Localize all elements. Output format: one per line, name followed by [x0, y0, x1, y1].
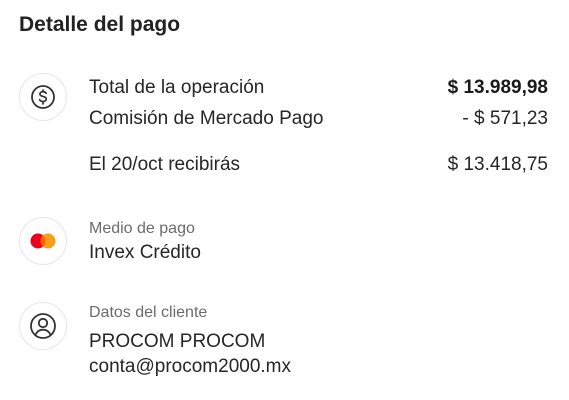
payment-detail-panel: Detalle del pago Total de la operación $… [0, 0, 569, 400]
client-name: PROCOM PROCOM [89, 331, 266, 352]
payment-method-value: Invex Crédito [89, 242, 201, 263]
dollar-sign-icon [19, 73, 67, 121]
page-title: Detalle del pago [19, 13, 181, 36]
client-email: conta@procom2000.mx [89, 356, 291, 377]
client-label: Datos del cliente [89, 304, 208, 321]
total-amount: $ 13.989,98 [447, 77, 548, 98]
receive-amount: $ 13.418,75 [447, 154, 548, 175]
receive-label: El 20/oct recibirás [89, 154, 241, 175]
fee-row: Comisión de Mercado Pago - $ 571,23 [89, 107, 548, 131]
payment-method-label: Medio de pago [89, 220, 195, 237]
fee-label: Comisión de Mercado Pago [89, 108, 324, 129]
mastercard-icon [19, 217, 67, 265]
fee-amount: - $ 571,23 [462, 108, 548, 129]
receive-row: El 20/oct recibirás $ 13.418,75 [89, 153, 548, 177]
total-row: Total de la operación $ 13.989,98 [89, 76, 548, 100]
total-label: Total de la operación [89, 77, 265, 98]
user-circle-icon [19, 302, 67, 350]
